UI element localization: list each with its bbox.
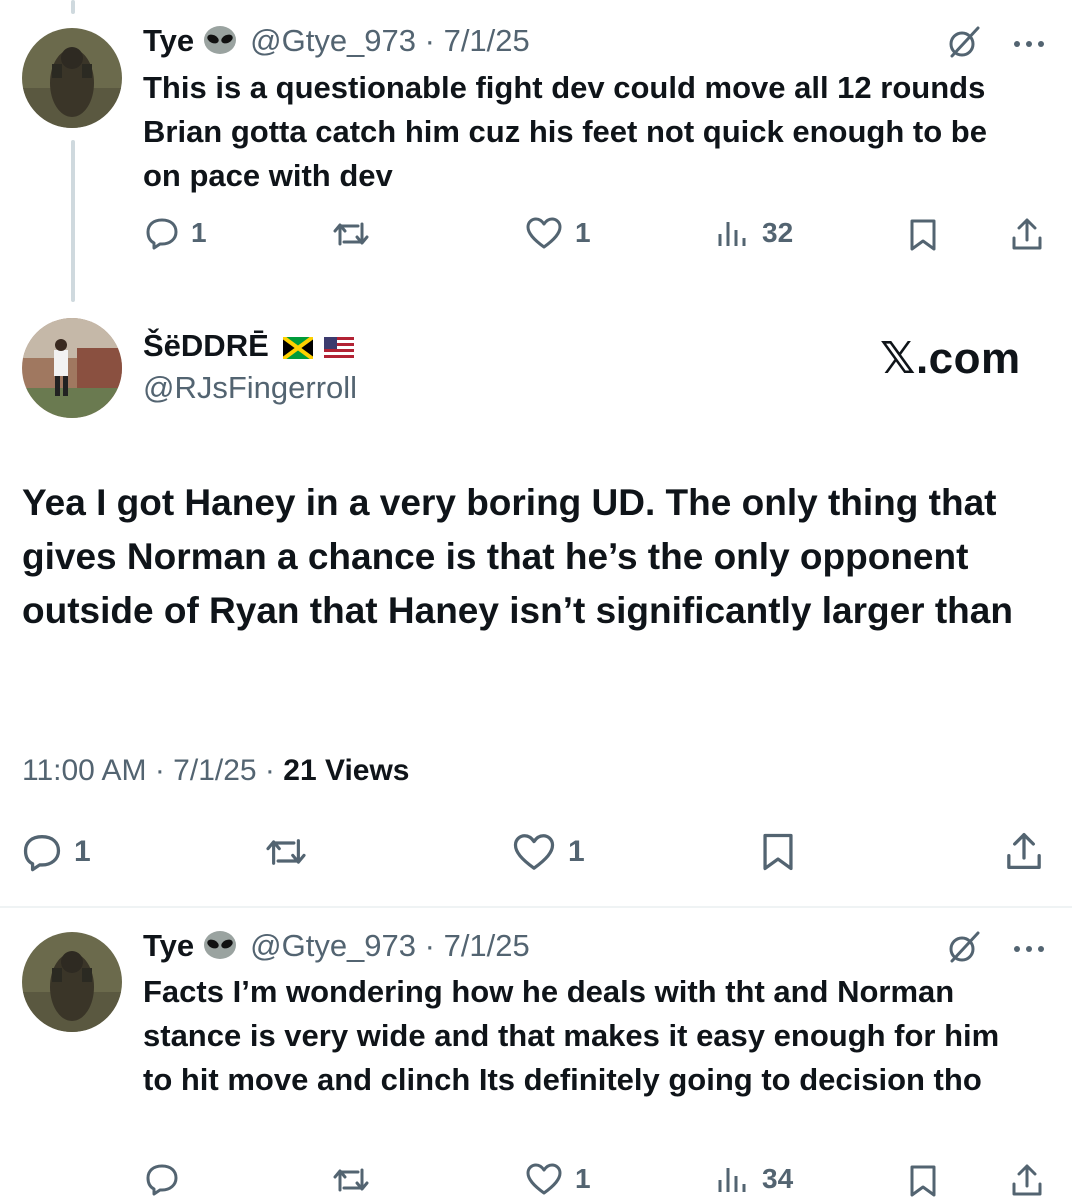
display-name[interactable]: Tye [143, 928, 194, 963]
share-icon [1010, 1162, 1044, 1198]
share-action[interactable] [1010, 216, 1044, 252]
main-handle[interactable]: @RJsFingerroll [143, 368, 357, 408]
reply-controls [946, 929, 1046, 970]
main-repost-action[interactable] [264, 834, 320, 870]
reply-text: Facts I’m wondering how he deals with th… [143, 974, 1000, 1097]
bookmark-action[interactable] [908, 218, 938, 252]
reply-count: 1 [191, 217, 207, 248]
main-reply-action[interactable]: 1 [22, 832, 91, 872]
reply-controls [946, 24, 1046, 65]
tweet-timestamp: 11:00 AM · 7/1/25 · 21 Views [22, 750, 409, 792]
thread-line-top [71, 0, 75, 14]
reply-action[interactable]: 1 [145, 216, 207, 250]
repost-icon [332, 218, 370, 250]
like-action[interactable]: 1 [525, 216, 591, 250]
alien-emoji-icon [202, 25, 238, 65]
like-count: 1 [575, 1163, 591, 1194]
alien-emoji-icon [202, 930, 238, 970]
divider [0, 906, 1072, 908]
reply-icon [145, 1162, 179, 1196]
views-count: 32 [762, 217, 794, 248]
x-watermark: 𝕏.com [880, 334, 1021, 383]
like-action[interactable]: 1 [525, 1162, 591, 1196]
jamaica-flag-icon [282, 329, 315, 369]
grok-icon[interactable] [946, 24, 982, 65]
main-avatar[interactable] [22, 318, 122, 418]
reply-action[interactable] [145, 1162, 191, 1196]
handle-date[interactable]: @Gtye_973 · 7/1/25 [250, 928, 530, 963]
like-count: 1 [568, 835, 585, 868]
main-like-action[interactable]: 1 [512, 832, 585, 872]
reply-header: Tye @Gtye_973 · 7/1/25 [143, 926, 530, 966]
more-icon[interactable] [1012, 36, 1046, 54]
reply-count: 1 [74, 835, 91, 868]
like-count: 1 [575, 217, 591, 248]
reply-header: Tye @Gtye_973 · 7/1/25 [143, 21, 530, 61]
reply-text: This is a questionable fight dev could m… [143, 70, 987, 193]
repost-action[interactable] [332, 1164, 382, 1196]
like-icon [525, 216, 563, 250]
views-action[interactable]: 32 [716, 216, 793, 250]
us-flag-icon [324, 329, 355, 369]
main-bookmark-action[interactable] [760, 832, 796, 872]
main-share-action[interactable] [1004, 830, 1044, 872]
like-icon [512, 832, 556, 872]
bookmark-action[interactable] [908, 1164, 938, 1198]
bookmark-icon [908, 1164, 938, 1198]
views-action[interactable]: 34 [716, 1162, 793, 1196]
avatar[interactable] [22, 28, 122, 128]
bookmark-icon [760, 832, 796, 872]
repost-action[interactable] [332, 218, 382, 250]
avatar[interactable] [22, 932, 122, 1032]
views-label[interactable]: 21 Views [283, 754, 409, 787]
views-count: 34 [762, 1163, 794, 1194]
like-icon [525, 1162, 563, 1196]
repost-icon [332, 1164, 370, 1196]
display-name[interactable]: Tye [143, 23, 194, 58]
timestamp-text[interactable]: 11:00 AM · 7/1/25 · [22, 754, 283, 787]
handle-date[interactable]: @Gtye_973 · 7/1/25 [250, 23, 530, 58]
grok-icon[interactable] [946, 929, 982, 970]
share-icon [1004, 830, 1044, 872]
reply-icon [22, 832, 62, 872]
reply-icon [145, 216, 179, 250]
repost-icon [264, 834, 308, 870]
main-tweet-text: Yea I got Haney in a very boring UD. The… [22, 482, 1013, 631]
share-icon [1010, 216, 1044, 252]
share-action[interactable] [1010, 1162, 1044, 1198]
views-icon [716, 216, 750, 250]
main-display-name[interactable]: ŠëDDRĒ [143, 328, 269, 363]
thread-line [71, 140, 75, 302]
more-icon[interactable] [1012, 941, 1046, 959]
main-name-row: ŠëDDRĒ [143, 326, 355, 369]
bookmark-icon [908, 218, 938, 252]
views-icon [716, 1162, 750, 1196]
